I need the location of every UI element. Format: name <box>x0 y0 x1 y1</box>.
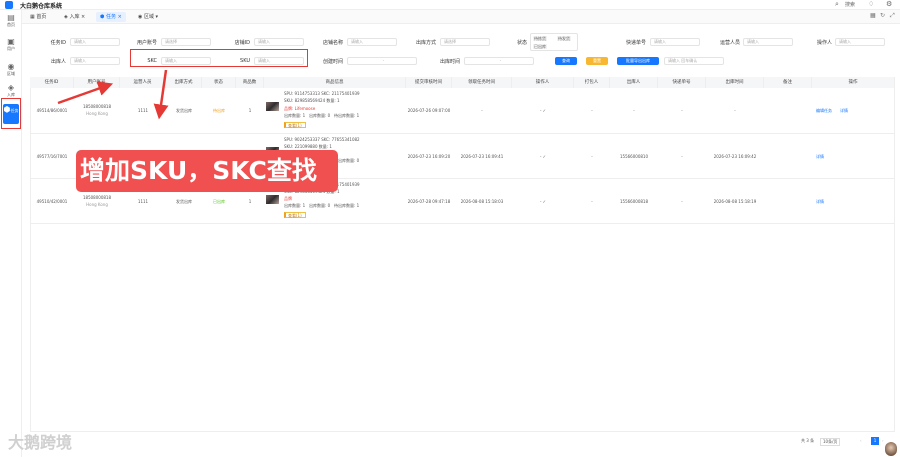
arrow-to-account <box>57 81 114 105</box>
annotation-arrows <box>57 69 169 120</box>
avatar <box>885 442 897 456</box>
next-page-icon[interactable]: › <box>882 438 884 443</box>
pagination-total: 共 3 条 <box>801 438 815 443</box>
current-page[interactable]: 1 <box>871 437 879 445</box>
prev-page-icon[interactable]: ‹ <box>860 438 862 443</box>
arrow-to-operator <box>153 69 169 120</box>
page-size-select[interactable]: 10条/页 <box>820 438 841 446</box>
watermark: 大鹅跨境 <box>8 433 73 452</box>
